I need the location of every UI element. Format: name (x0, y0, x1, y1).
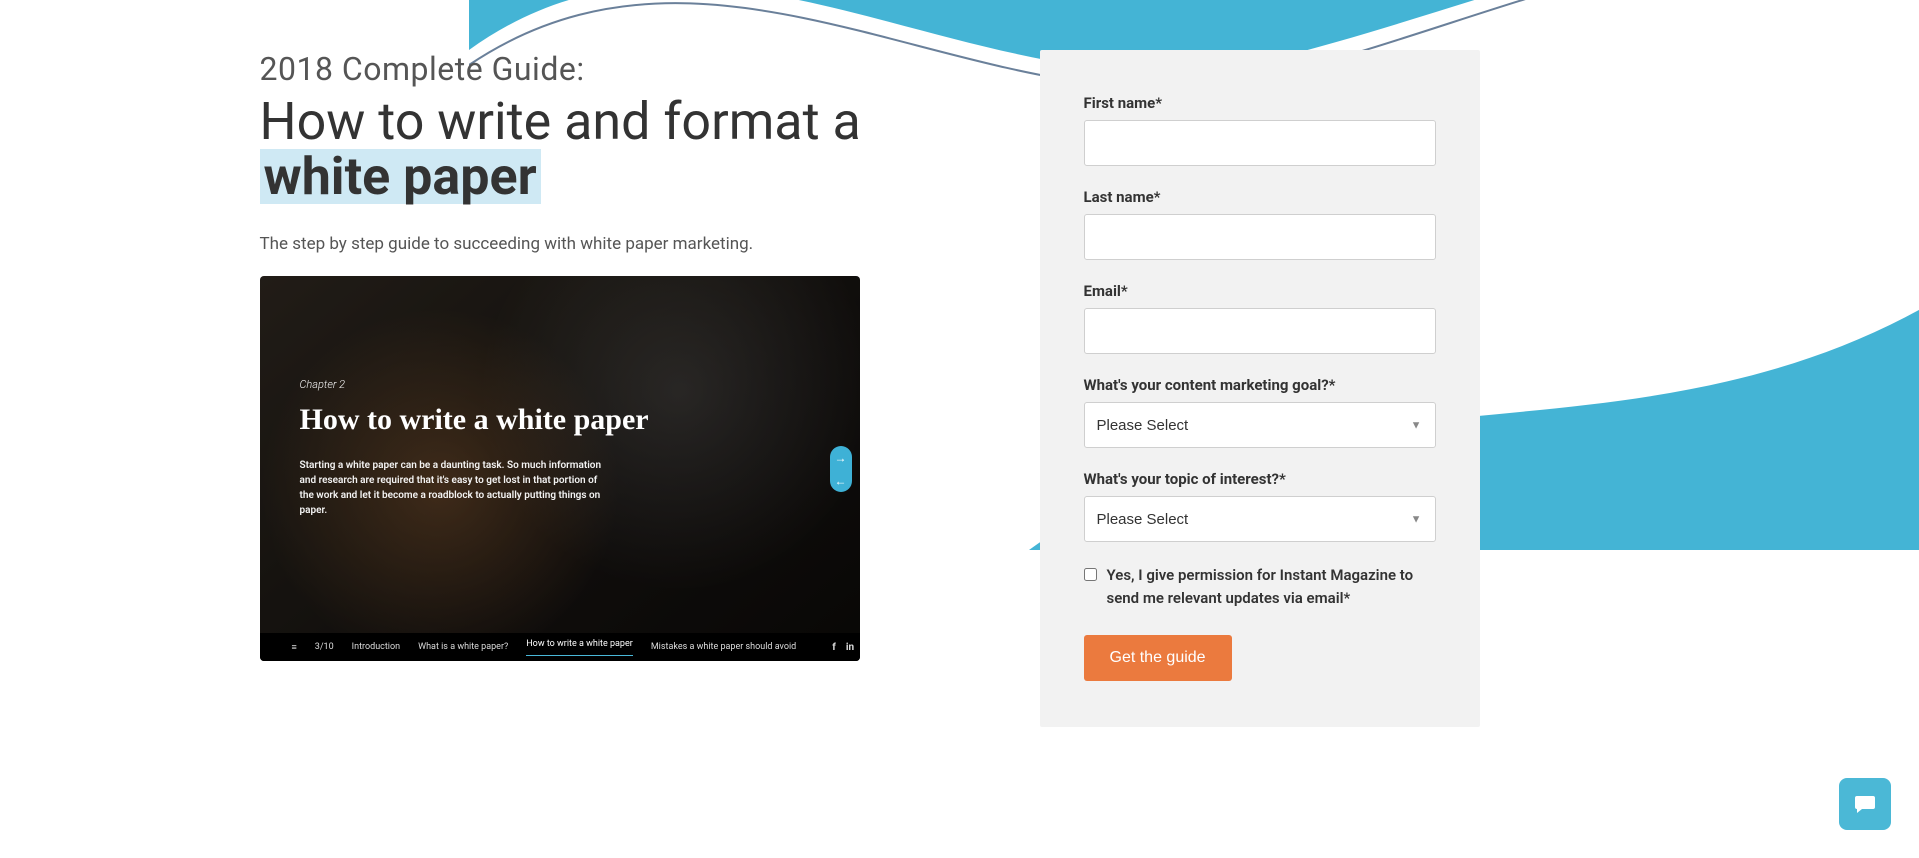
email-field[interactable] (1084, 308, 1436, 354)
arrow-right-icon: → (835, 451, 847, 465)
page-title: How to write and format a white paper (260, 94, 900, 204)
preview-nav-what-is[interactable]: What is a white paper? (418, 642, 508, 652)
preview-title: How to write a white paper (300, 403, 750, 436)
last-name-field[interactable] (1084, 214, 1436, 260)
arrow-left-icon: ← (835, 474, 847, 488)
preview-nav-arrows[interactable]: → ← (830, 446, 852, 492)
submit-button[interactable]: Get the guide (1084, 635, 1232, 681)
preview-nav-how-to-write[interactable]: How to write a white paper (526, 639, 633, 656)
facebook-icon[interactable]: f (832, 642, 836, 653)
consent-text: Yes, I give permission for Instant Magaz… (1107, 564, 1436, 609)
chat-icon (1853, 792, 1877, 816)
menu-icon[interactable]: ≡ (292, 642, 297, 653)
headline-pre: How to write and format a (260, 91, 861, 152)
preview-chapter: Chapter 2 (300, 378, 750, 391)
first-name-label: First name* (1084, 94, 1436, 112)
goal-label: What's your content marketing goal?* (1084, 376, 1436, 394)
preview-nav-mistakes[interactable]: Mistakes a white paper should avoid (651, 642, 796, 652)
subheading: The step by step guide to succeeding wit… (260, 234, 900, 254)
consent-row[interactable]: Yes, I give permission for Instant Magaz… (1084, 564, 1436, 609)
email-label: Email* (1084, 282, 1436, 300)
preview-nav-introduction[interactable]: Introduction (352, 642, 400, 652)
headline-highlight: white paper (260, 149, 541, 204)
chat-button[interactable] (1839, 778, 1891, 830)
eyebrow: 2018 Complete Guide: (260, 50, 900, 88)
goal-select[interactable]: Please Select (1084, 402, 1436, 448)
preview-page-indicator: 3/10 (315, 642, 334, 652)
last-name-label: Last name* (1084, 188, 1436, 206)
topic-select[interactable]: Please Select (1084, 496, 1436, 542)
lead-form: First name* Last name* Email* What's you… (1040, 50, 1480, 727)
preview-body: Starting a white paper can be a daunting… (300, 458, 610, 518)
first-name-field[interactable] (1084, 120, 1436, 166)
linkedin-icon[interactable]: in (846, 642, 854, 653)
preview-bottom-bar: ≡ 3/10 Introduction What is a white pape… (260, 633, 860, 661)
consent-checkbox[interactable] (1084, 568, 1097, 581)
document-preview[interactable]: Chapter 2 How to write a white paper Sta… (260, 276, 860, 661)
topic-label: What's your topic of interest?* (1084, 470, 1436, 488)
